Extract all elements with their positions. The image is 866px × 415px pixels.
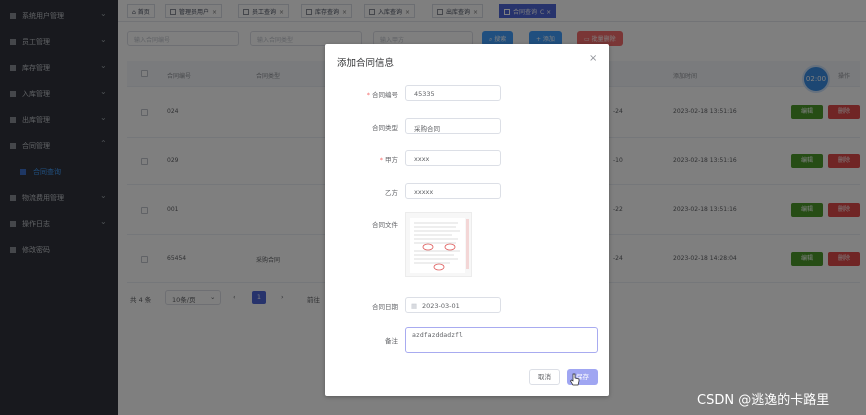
add-contract-dialog: 添加合同信息 × * 合同编号 45335 合同类型 采购合同 * 甲方 xxxx …: [325, 44, 609, 396]
remark-label: 备注: [385, 337, 398, 345]
party-b-input[interactable]: xxxxx: [405, 183, 501, 199]
csdn-watermark: CSDN @逃逸的卡路里: [697, 393, 830, 408]
contract-no-label: * 合同编号: [366, 91, 398, 99]
cancel-button[interactable]: 取消: [529, 369, 560, 385]
contract-no-input[interactable]: 45335: [405, 85, 501, 101]
contract-type-label: 合同类型: [372, 124, 398, 132]
close-icon[interactable]: ×: [589, 53, 597, 64]
party-a-label: * 甲方: [379, 156, 398, 164]
contract-file-thumbnail[interactable]: [405, 212, 472, 277]
document-preview-image: [410, 218, 469, 273]
required-mark: *: [379, 156, 383, 164]
dialog-title: 添加合同信息: [337, 58, 395, 69]
party-b-label: 乙方: [385, 189, 398, 197]
contract-file-label: 合同文件: [372, 221, 398, 229]
contract-type-input[interactable]: 采购合同: [405, 118, 501, 134]
party-a-input[interactable]: xxxx: [405, 150, 501, 166]
remark-textarea[interactable]: azdfazddadzfl: [405, 327, 598, 353]
required-mark: *: [366, 91, 370, 99]
pointer-cursor-icon: [570, 373, 580, 386]
contract-date-picker[interactable]: ▦ 2023-03-01: [405, 297, 501, 313]
contract-date-label: 合同日期: [372, 303, 398, 311]
calendar-icon: ▦: [411, 302, 418, 310]
